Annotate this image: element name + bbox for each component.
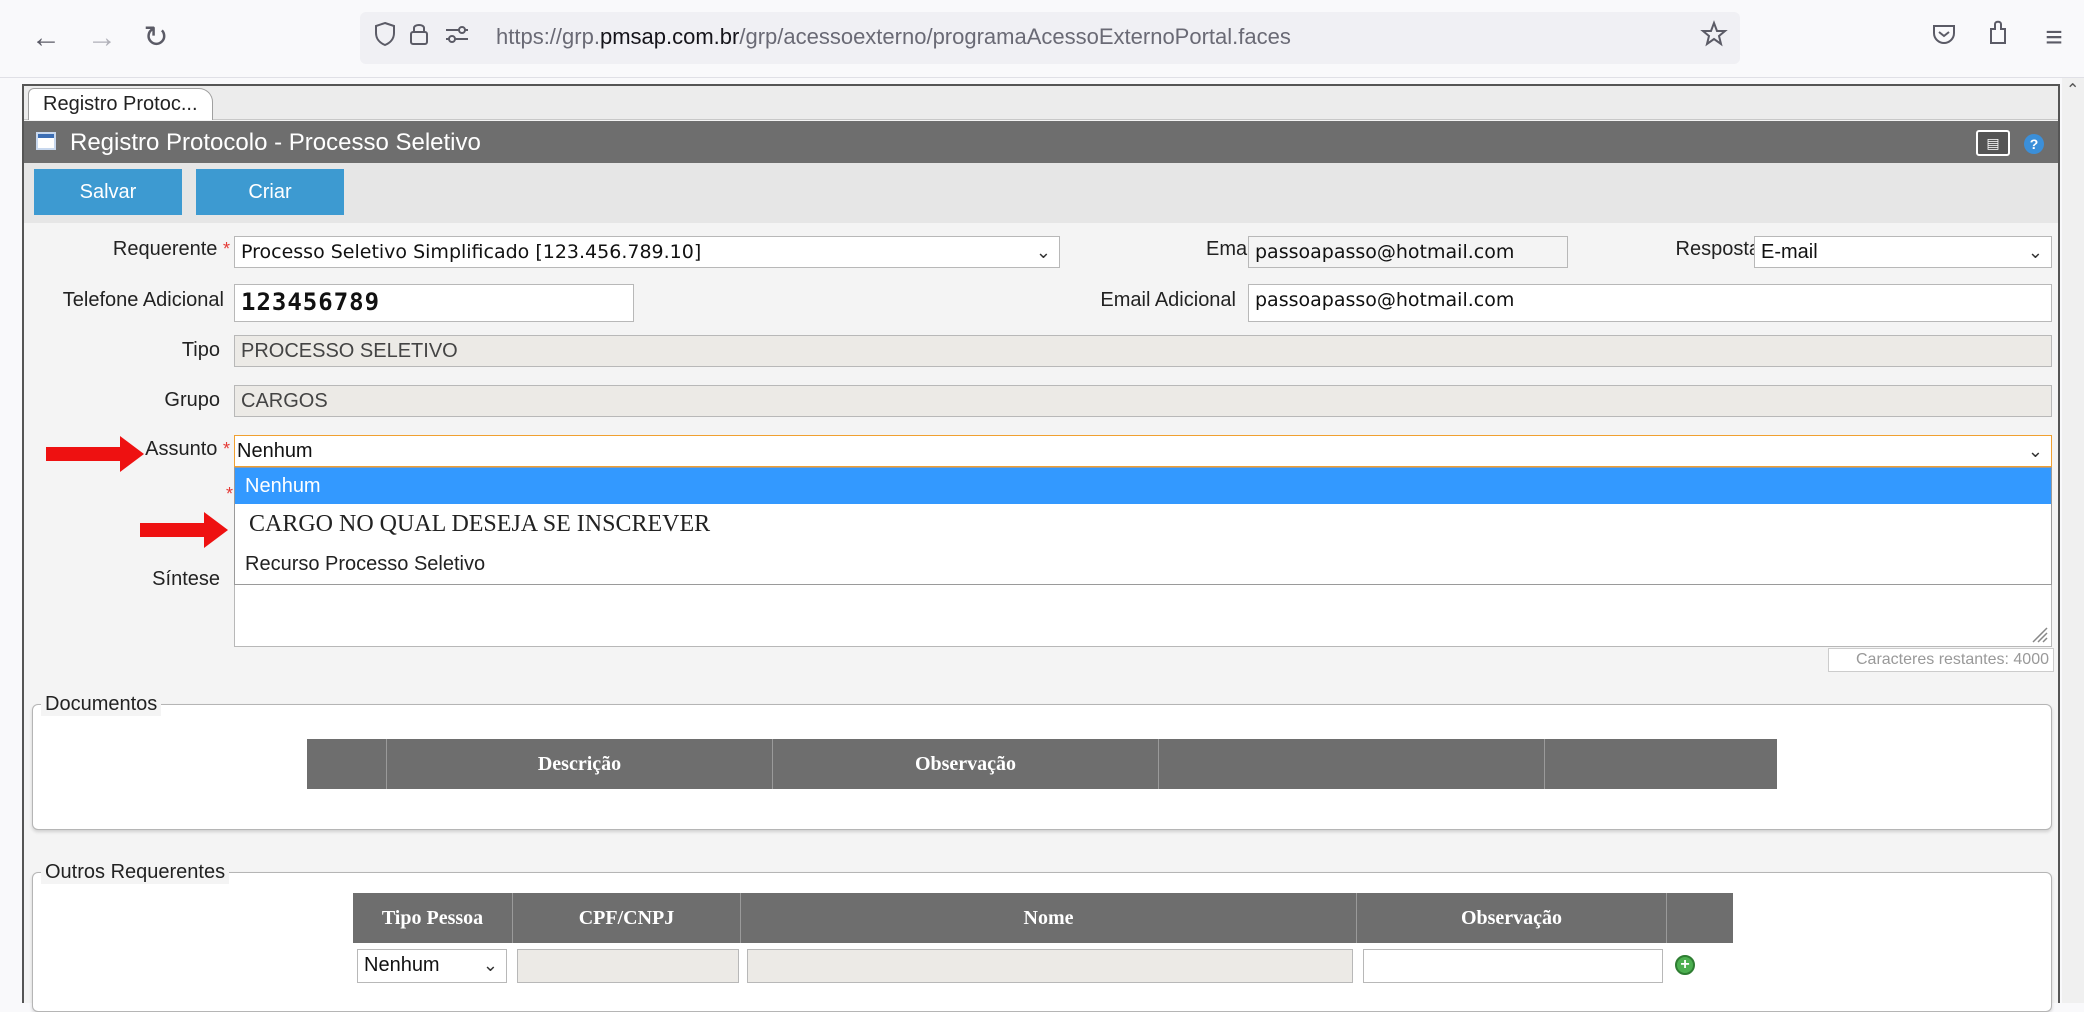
- forward-arrow-icon[interactable]: →: [82, 18, 122, 58]
- page-title: Registro Protocolo - Processo Seletivo: [70, 129, 481, 156]
- required-marker: *: [226, 484, 234, 504]
- assunto-label: Assunto *: [145, 438, 230, 460]
- sintese-textarea[interactable]: [234, 585, 2052, 647]
- assunto-dropdown-list[interactable]: Nenhum CARGO NO QUAL DESEJA SE INSCREVER…: [234, 467, 2052, 585]
- red-arrow-annotation: [140, 512, 228, 548]
- outros-col-actions: [1667, 893, 1733, 943]
- nome-field[interactable]: [747, 949, 1353, 983]
- chevron-down-icon: ⌄: [2027, 441, 2043, 461]
- save-button[interactable]: Salvar: [34, 169, 182, 215]
- tipo-pessoa-select[interactable]: Nenhum ⌄: [357, 949, 507, 983]
- manual-icon[interactable]: ▤: [1976, 130, 2010, 156]
- bookmark-star-icon[interactable]: [1700, 20, 1728, 56]
- extensions-icon[interactable]: [1978, 18, 2018, 58]
- telefone-label: Telefone Adicional: [62, 289, 224, 311]
- tab-bar: Registro Protoc...: [24, 86, 2058, 120]
- sintese-label: Síntese: [152, 568, 220, 590]
- lock-icon[interactable]: [408, 20, 430, 56]
- shield-icon[interactable]: [374, 20, 396, 56]
- tab-registro-protocolo[interactable]: Registro Protoc...: [28, 88, 213, 120]
- menu-icon[interactable]: ≡: [2034, 18, 2074, 58]
- pocket-icon[interactable]: [1924, 18, 1964, 58]
- chevron-down-icon: ⌄: [482, 955, 498, 975]
- requerente-label: Requerente *: [112, 238, 230, 260]
- grupo-label: Grupo: [164, 389, 220, 411]
- assunto-option-nenhum[interactable]: Nenhum: [235, 468, 2051, 504]
- documentos-grid-header: Descrição Observação: [307, 739, 1777, 789]
- resposta-label: Resposta: [1675, 238, 1761, 260]
- scrollbar[interactable]: ⌃: [2062, 78, 2084, 1003]
- reload-icon[interactable]: ↻: [136, 18, 176, 58]
- chars-remaining-counter: Caracteres restantes: 4000: [1828, 648, 2054, 672]
- email-field[interactable]: passoapasso@hotmail.com: [1248, 236, 1568, 268]
- url-bar[interactable]: https://grp.pmsap.com.br/grp/acessoexter…: [360, 12, 1740, 64]
- email-label: Email: [1205, 238, 1256, 260]
- requerente-select[interactable]: Processo Seletivo Simplificado [123.456.…: [234, 236, 1060, 268]
- documentos-col-select: [307, 739, 387, 789]
- outros-col-observacao[interactable]: Observação: [1357, 893, 1667, 943]
- email-adicional-field[interactable]: passoapasso@hotmail.com: [1248, 284, 2052, 322]
- toolbar: Salvar Criar: [24, 163, 2058, 223]
- url-text[interactable]: https://grp.pmsap.com.br/grp/acessoexter…: [496, 24, 1291, 50]
- email-adicional-label: Email Adicional: [1100, 289, 1236, 311]
- app-window: Registro Protoc... Registro Protocolo - …: [22, 84, 2060, 1012]
- back-arrow-icon[interactable]: ←: [26, 18, 66, 58]
- telefone-field[interactable]: 123456789: [234, 284, 634, 322]
- outros-col-tipo-pessoa[interactable]: Tipo Pessoa: [353, 893, 513, 943]
- outros-col-nome[interactable]: Nome: [741, 893, 1357, 943]
- add-requerente-icon[interactable]: +: [1675, 955, 1695, 975]
- documentos-col-extra: [1159, 739, 1545, 789]
- create-button[interactable]: Criar: [196, 169, 344, 215]
- grupo-field: CARGOS: [234, 385, 2052, 417]
- tipo-label: Tipo: [181, 339, 220, 361]
- outros-requerentes-legend: Outros Requerentes: [41, 861, 230, 884]
- help-icon[interactable]: ?: [2024, 134, 2044, 154]
- window-titlebar: Registro Protocolo - Processo Seletivo ▤…: [24, 121, 2058, 163]
- browser-toolbar: ← → ↻ https://grp.pmsap.com.br/grp/acess…: [0, 0, 2084, 78]
- scroll-up-icon[interactable]: ⌃: [2066, 80, 2079, 100]
- assunto-option-cargo[interactable]: CARGO NO QUAL DESEJA SE INSCREVER: [235, 504, 2051, 544]
- resposta-select[interactable]: E-mail ⌄: [1754, 236, 2052, 268]
- outros-requerentes-panel: Outros Requerentes Tipo Pessoa CPF/CNPJ …: [32, 861, 2052, 1012]
- documentos-col-observacao[interactable]: Observação: [773, 739, 1159, 789]
- documentos-col-descricao[interactable]: Descrição: [387, 739, 773, 789]
- outros-col-cpf-cnpj[interactable]: CPF/CNPJ: [513, 893, 741, 943]
- tipo-field: PROCESSO SELETIVO: [234, 335, 2052, 367]
- observacao-field[interactable]: [1363, 949, 1663, 983]
- window-icon: [36, 132, 56, 150]
- documentos-col-actions: [1545, 739, 1777, 789]
- outros-grid-header: Tipo Pessoa CPF/CNPJ Nome Observação: [353, 893, 1733, 943]
- documentos-legend: Documentos: [41, 693, 162, 716]
- resize-handle-icon[interactable]: [2027, 622, 2049, 644]
- chevron-down-icon: ⌄: [1035, 242, 1051, 262]
- assunto-select[interactable]: Nenhum ⌄: [234, 435, 2052, 467]
- chevron-down-icon: ⌄: [2027, 242, 2043, 262]
- documentos-panel: Documentos Descrição Observação: [32, 693, 2052, 830]
- permissions-icon[interactable]: [444, 20, 470, 56]
- assunto-option-recurso[interactable]: Recurso Processo Seletivo: [235, 546, 2051, 582]
- cpf-cnpj-field[interactable]: [517, 949, 739, 983]
